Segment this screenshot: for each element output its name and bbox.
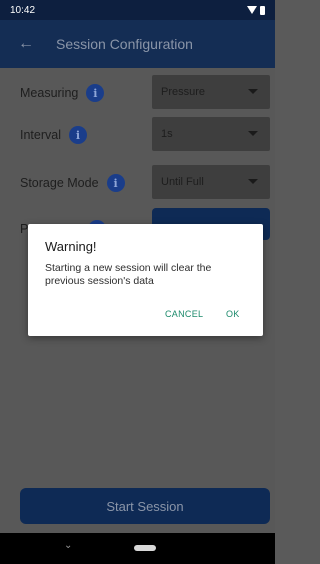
info-icon[interactable]: i [69, 126, 87, 144]
dropdown-caret-icon [248, 179, 258, 184]
dialog-title: Warning! [45, 239, 97, 254]
storage-mode-row: Storage Mode i Until Full [0, 162, 275, 202]
measuring-select[interactable]: Pressure [152, 75, 270, 109]
interval-select[interactable]: 1s [152, 117, 270, 151]
interval-label-text: Interval [20, 128, 61, 142]
storage-mode-label: Storage Mode i [20, 174, 125, 192]
ok-button[interactable]: OK [226, 309, 240, 319]
interval-row: Interval i 1s [0, 114, 275, 154]
dialog-message: Starting a new session will clear the pr… [45, 262, 212, 287]
storage-mode-select-value: Until Full [161, 176, 204, 188]
battery-icon [260, 5, 265, 15]
measuring-label-text: Measuring [20, 86, 79, 100]
status-icons [247, 5, 265, 15]
start-session-button[interactable]: Start Session [20, 488, 270, 524]
storage-mode-select[interactable]: Until Full [152, 165, 270, 199]
nav-back-chevron-icon[interactable]: ⌄ [64, 540, 72, 551]
wifi-icon [247, 6, 257, 14]
nav-home-pill[interactable] [134, 545, 156, 551]
measuring-row: Measuring i Pressure [0, 72, 275, 112]
info-icon[interactable]: i [106, 174, 125, 192]
status-time: 10:42 [10, 4, 36, 16]
interval-select-value: 1s [161, 128, 173, 140]
app-bar: ← Session Configuration [0, 20, 275, 68]
dropdown-caret-icon [248, 131, 258, 136]
cancel-button[interactable]: CANCEL [165, 309, 203, 319]
system-nav-bar: ⌄ [0, 533, 275, 564]
interval-label: Interval i [20, 126, 87, 144]
measuring-select-value: Pressure [161, 86, 206, 98]
page-title: Session Configuration [56, 36, 193, 52]
storage-mode-label-text: Storage Mode [20, 176, 99, 190]
back-arrow-icon[interactable]: ← [18, 35, 42, 53]
dropdown-caret-icon [248, 89, 258, 94]
info-icon[interactable]: i [86, 84, 105, 102]
measuring-label: Measuring i [20, 84, 105, 102]
warning-dialog: Warning! Starting a new session will cle… [28, 224, 263, 336]
status-bar: 10:42 [0, 0, 275, 20]
